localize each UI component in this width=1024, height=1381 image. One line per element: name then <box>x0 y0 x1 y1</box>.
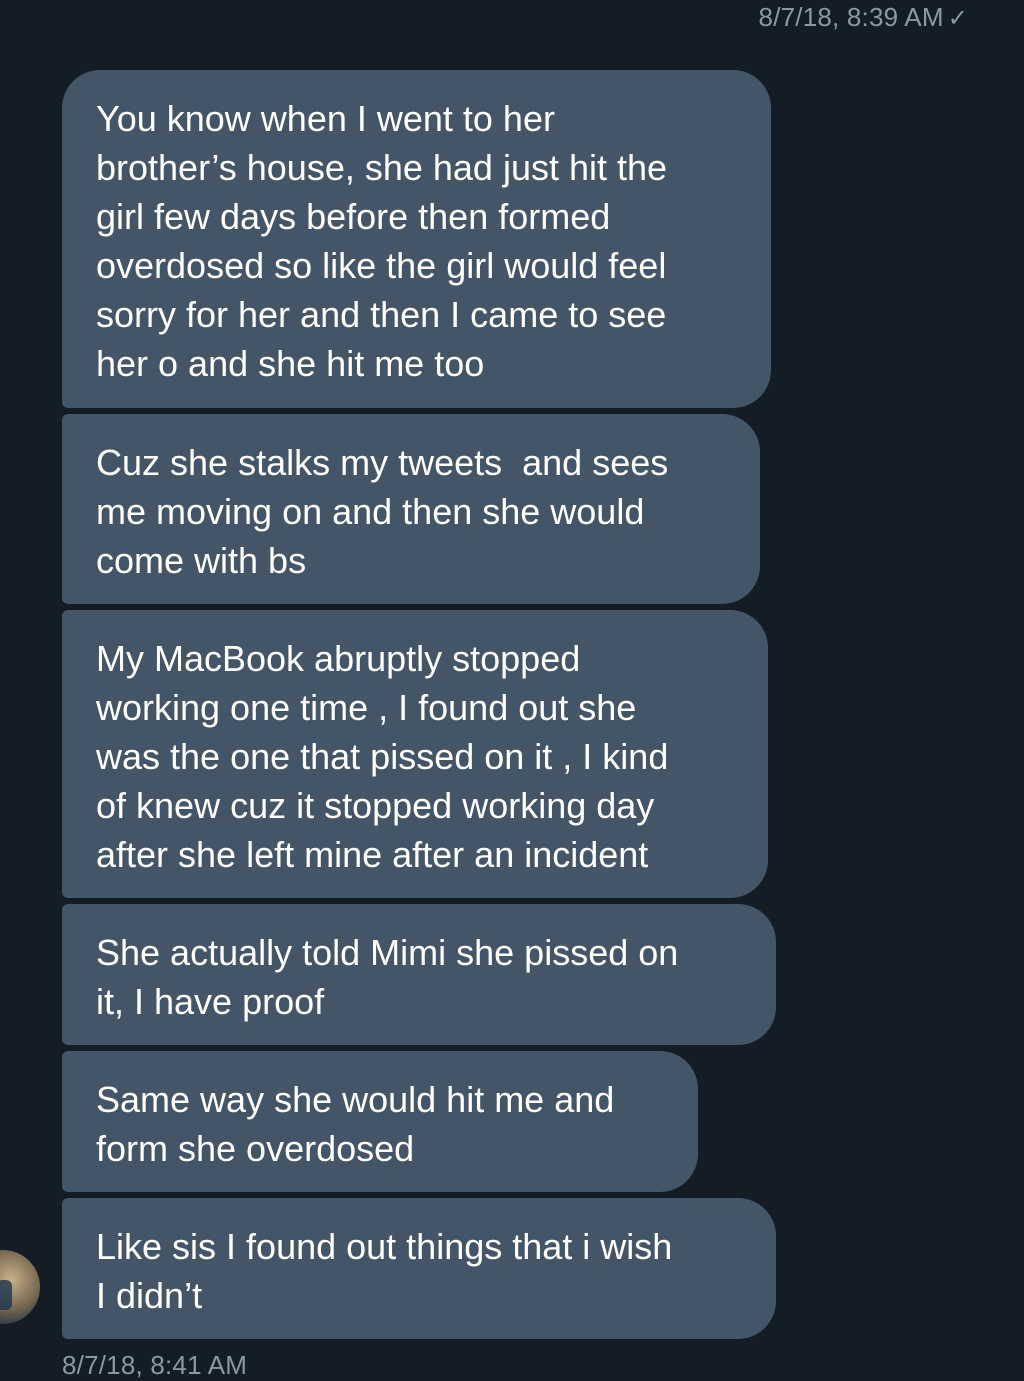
next-message-timestamp: 8/7/18, 8:41 AM <box>62 1350 248 1380</box>
message-bubble[interactable]: She actually told Mimi she pissed on it,… <box>62 904 776 1045</box>
timestamp-text: 8/7/18, 8:39 AM <box>758 2 944 32</box>
message-timestamp: 8/7/18, 8:39 AM ✓ <box>759 2 968 33</box>
message-bubble[interactable]: Cuz she stalks my tweets and sees me mov… <box>62 414 760 604</box>
dm-conversation-thread: 8/7/18, 8:39 AM ✓ You know when I went to… <box>0 0 1024 1380</box>
message-bubble[interactable]: Same way she would hit me and form she o… <box>62 1051 698 1192</box>
read-check-icon: ✓ <box>947 5 968 32</box>
message-bubble[interactable]: My MacBook abruptly stopped working one … <box>62 610 768 898</box>
message-bubble[interactable]: You know when I went to her brother’s ho… <box>62 70 771 408</box>
message-bubble[interactable]: Like sis I found out things that i wish … <box>62 1198 776 1339</box>
sender-avatar[interactable] <box>0 1250 40 1324</box>
